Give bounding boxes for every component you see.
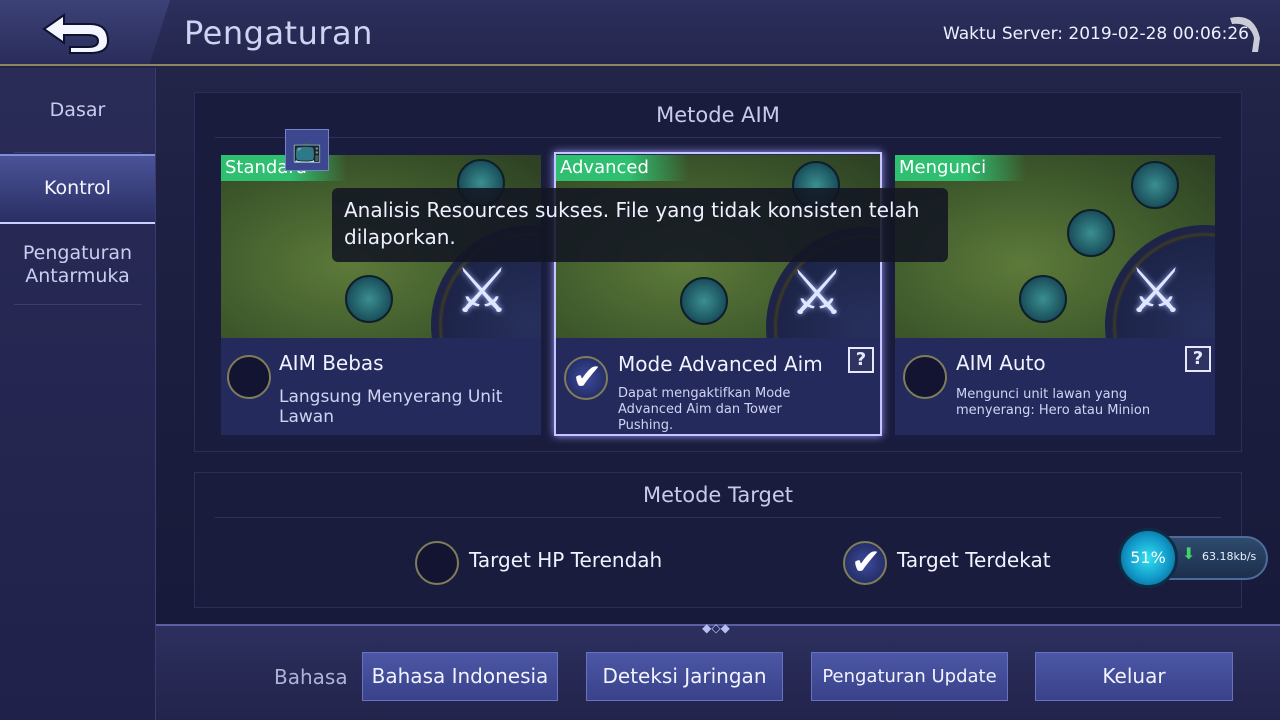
aim-desc-mengunci: Mengunci unit lawan yang menyerang: Hero… bbox=[956, 387, 1151, 418]
check-icon: ✔ bbox=[851, 542, 882, 583]
panel-divider bbox=[215, 137, 1221, 138]
check-icon: ✔ bbox=[572, 357, 603, 398]
skill-icon bbox=[680, 277, 728, 325]
download-progress-widget[interactable]: ⬇ 63.18kb/s 51% bbox=[1118, 528, 1270, 588]
sidebar-item-pengaturan-antarmuka[interactable]: Pengaturan Antarmuka bbox=[0, 242, 155, 288]
aim-label-advanced: Mode Advanced Aim bbox=[618, 352, 823, 376]
network-detect-button[interactable]: Deteksi Jaringan bbox=[586, 652, 783, 701]
settings-screen: Pengaturan Waktu Server: 2019-02-28 00:0… bbox=[0, 0, 1280, 720]
aim-label-mengunci: AIM Auto bbox=[956, 351, 1046, 375]
target-method-panel: Metode Target bbox=[194, 472, 1242, 608]
aim-desc-advanced: Dapat mengaktifkan Mode Advanced Aim dan… bbox=[618, 386, 791, 433]
corner-decoration-icon bbox=[1230, 16, 1260, 52]
aim-radio-mengunci[interactable] bbox=[903, 355, 947, 399]
sword-icon: ⚔ bbox=[789, 256, 845, 329]
download-speed: 63.18kb/s bbox=[1202, 550, 1257, 563]
help-icon[interactable]: ? bbox=[848, 347, 874, 373]
toast-message: Analisis Resources sukses. File yang tid… bbox=[332, 188, 948, 262]
target-label-lowest-hp: Target HP Terendah bbox=[469, 548, 663, 572]
page-title: Pengaturan bbox=[184, 14, 373, 52]
sword-icon: ⚔ bbox=[454, 254, 510, 327]
aim-radio-standard[interactable] bbox=[227, 355, 271, 399]
back-button[interactable] bbox=[0, 0, 170, 64]
skill-icon bbox=[1067, 209, 1115, 257]
download-arrow-icon: ⬇ bbox=[1182, 544, 1196, 563]
skill-icon bbox=[1131, 161, 1179, 209]
update-settings-button[interactable]: Pengaturan Update bbox=[811, 652, 1008, 701]
target-method-title: Metode Target bbox=[642, 483, 793, 507]
aim-desc-standard: Langsung Menyerang Unit Lawan bbox=[279, 387, 503, 427]
skill-icon bbox=[345, 275, 393, 323]
panel-divider bbox=[215, 517, 1221, 518]
aim-tag-mengunci: Mengunci bbox=[895, 155, 1027, 181]
header-bar: Pengaturan Waktu Server: 2019-02-28 00:0… bbox=[0, 0, 1280, 66]
skill-icon bbox=[1019, 275, 1067, 323]
exit-button[interactable]: Keluar bbox=[1035, 652, 1233, 701]
aim-radio-advanced[interactable]: ✔ bbox=[564, 356, 608, 400]
sidebar: Dasar Kontrol Pengaturan Antarmuka bbox=[0, 68, 156, 720]
back-arrow-icon bbox=[42, 13, 110, 54]
server-time-label: Waktu Server: 2019-02-28 00:06:26 bbox=[943, 24, 1249, 44]
tv-icon[interactable]: 📺 bbox=[285, 129, 329, 171]
aim-method-title: Metode AIM bbox=[656, 103, 780, 127]
sidebar-divider bbox=[14, 304, 142, 305]
download-percent: 51% bbox=[1118, 528, 1178, 588]
aim-label-standard: AIM Bebas bbox=[279, 351, 384, 375]
target-radio-lowest-hp[interactable] bbox=[415, 541, 459, 585]
language-select-button[interactable]: Bahasa Indonesia bbox=[362, 652, 558, 701]
language-label: Bahasa bbox=[274, 665, 348, 689]
help-icon[interactable]: ? bbox=[1185, 346, 1211, 372]
ornament-icon: ◆◇◆ bbox=[702, 621, 730, 635]
sidebar-item-dasar[interactable]: Dasar bbox=[0, 99, 155, 122]
sidebar-divider bbox=[14, 152, 142, 153]
sidebar-item-kontrol[interactable]: Kontrol bbox=[0, 154, 155, 224]
target-label-nearest: Target Terdekat bbox=[897, 548, 1051, 572]
target-radio-nearest[interactable]: ✔ bbox=[843, 541, 887, 585]
aim-tag-advanced: Advanced bbox=[556, 155, 689, 181]
sword-icon: ⚔ bbox=[1128, 254, 1184, 327]
